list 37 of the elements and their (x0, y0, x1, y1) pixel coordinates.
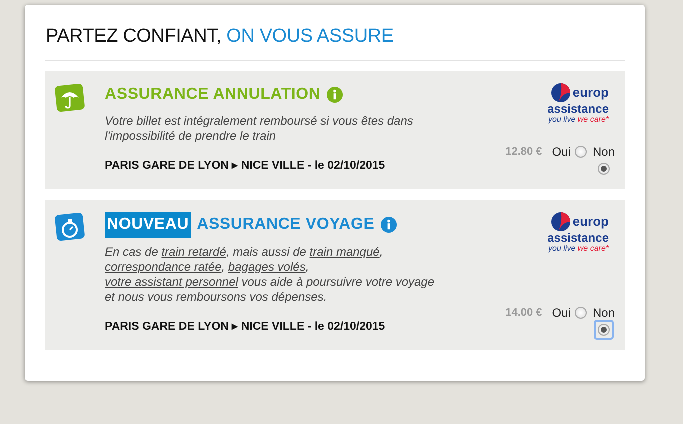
description-link[interactable]: votre assistant personnel (105, 274, 238, 289)
info-icon[interactable] (326, 86, 343, 102)
radio-button[interactable] (598, 324, 610, 336)
description-link[interactable]: bagages volés (228, 260, 306, 274)
logo-tagline: we care* (578, 244, 609, 253)
offer-title: ASSURANCE VOYAGE (197, 214, 375, 235)
logo-text: assistance (548, 232, 609, 244)
info-icon[interactable] (380, 216, 397, 233)
stopwatch-icon (53, 212, 87, 244)
umbrella-icon (53, 82, 87, 114)
description-link[interactable]: train manqué (310, 244, 380, 259)
offer-description: En cas de train retardé, mais aussi de train manqué, correspondance ratée, bagages volés, votre assistant personnel vous aide à poursuivre votre voyage et nous vous remboursons vos dépenses. (105, 244, 435, 305)
description-link[interactable]: train retardé (162, 244, 226, 259)
logo-text: europ (572, 215, 609, 228)
logo-swirl-icon (550, 82, 571, 102)
logo-tagline: we care* (578, 114, 609, 124)
description-link[interactable]: correspondance ratée (105, 260, 222, 274)
logo-text: assistance (548, 102, 609, 114)
offer-title: ASSURANCE ANNULATION (105, 84, 321, 104)
offer-description: Votre billet est intégralement remboursé si vous êtes dans l'impossibilité de prendre le train (105, 114, 414, 144)
option-label: Non (592, 144, 615, 161)
radio-button[interactable] (574, 307, 587, 319)
logo-tagline: you live (548, 114, 576, 124)
route-text: PARIS GARE DE LYON ▸ NICE VILLE - le 02/10/2015 (105, 320, 386, 335)
option-label: Oui (552, 144, 571, 161)
new-label: NOUVEAU (105, 212, 192, 238)
option-label: Non (592, 305, 615, 322)
price-text: 12.80 € (506, 144, 542, 160)
logo-tagline: you live (548, 244, 576, 253)
logo-text: europ (572, 86, 609, 99)
option-label: Oui (552, 305, 571, 322)
route-text: PARIS GARE DE LYON ▸ NICE VILLE - le 02/10/2015 (105, 158, 386, 174)
section-heading: PARTEZ CONFIANT, ON VOUS ASSURE (45, 23, 625, 60)
radio-button[interactable] (598, 162, 610, 175)
radio-button[interactable] (574, 146, 587, 158)
logo-swirl-icon (550, 212, 571, 232)
price-text: 14.00 € (506, 306, 542, 321)
